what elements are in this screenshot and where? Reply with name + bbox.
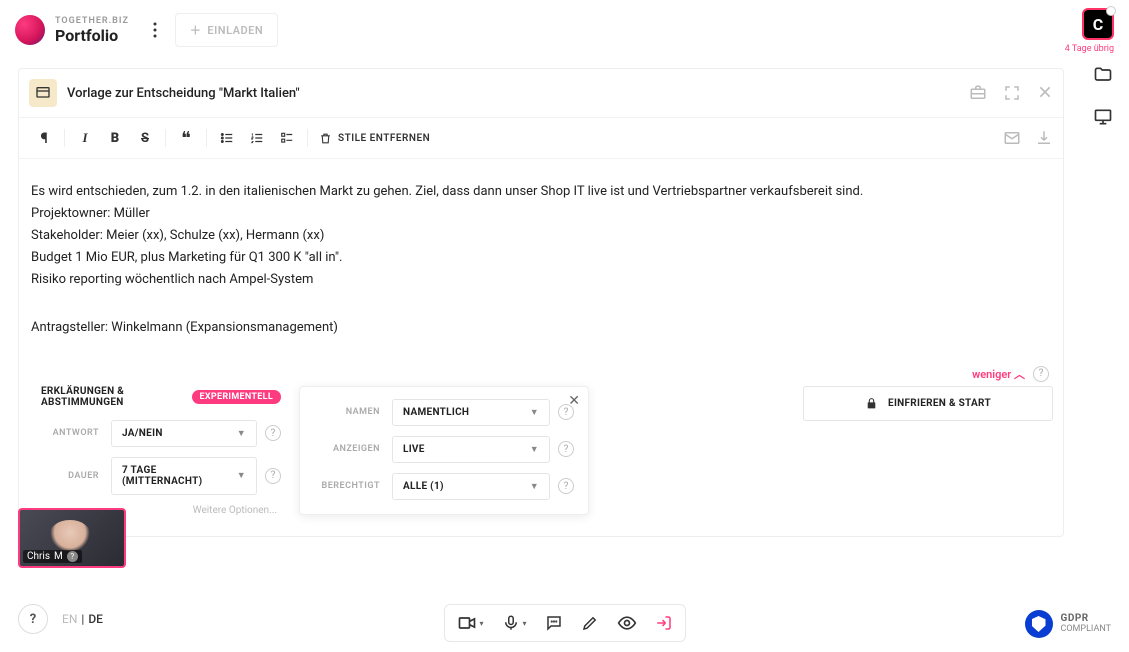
chevron-down-icon: ▼ [530,481,539,492]
avatar-badge-icon: ? [1106,6,1116,16]
folder-icon[interactable] [1093,65,1113,85]
lang-de[interactable]: DE [88,612,103,626]
trash-icon [319,132,332,145]
chevron-down-icon: ▾ [523,619,527,628]
document-content[interactable]: Es wird entschieden, zum 1.2. in den ita… [19,159,1063,360]
user-avatar[interactable]: C ? [1082,8,1114,40]
meeting-toolbar: ▾ ▾ [443,604,685,642]
names-label: NAMEN [314,407,392,417]
lock-icon [865,397,878,410]
visibility-button[interactable] [617,613,637,633]
chevron-down-icon: ▼ [237,470,246,481]
gdpr-title: GDPR [1061,613,1089,624]
plus-icon: ＋ [190,22,202,38]
answer-label: ANTWORT [41,428,111,438]
participant-video[interactable]: Chris M ? [18,508,126,568]
shield-icon [1025,610,1053,638]
invite-button[interactable]: ＋ EINLADEN [175,13,278,47]
help-icon[interactable]: ? [558,478,574,494]
duration-label: DAUER [41,471,111,481]
brand-name: TOGETHER.BIZ [55,16,129,26]
show-value: LIVE [403,444,425,455]
eligible-select[interactable]: ALLE (1) ▼ [392,473,550,500]
content-line: Projektowner: Müller [31,203,1053,225]
bold-tool[interactable]: B [100,126,130,150]
participant-name: Chris [27,551,50,562]
content-line: Stakeholder: Meier (xx), Schulze (xx), H… [31,225,1053,247]
chevron-down-icon: ▼ [237,428,246,439]
content-line: Es wird entschieden, zum 1.2. in den ita… [31,181,1053,203]
chevron-down-icon: ▾ [479,619,483,628]
content-line: Risiko reporting wöchentlich nach Ampel-… [31,269,1053,291]
eligible-value: ALLE (1) [403,481,444,492]
briefcase-icon[interactable] [969,84,987,102]
freeze-start-button[interactable]: EINFRIEREN & START [803,386,1053,421]
section-title: Portfolio [55,26,129,45]
participant-initial: M [54,551,63,562]
voting-options-popup: ✕ NAMEN NAMENTLICH ▼ ? ANZEIGEN LIVE ▼ ? [299,386,589,515]
duration-value: 7 TAGE (MITTERNACHT) [122,465,237,487]
card-title[interactable]: Vorlage zur Entscheidung "Markt Italien" [67,86,969,101]
close-icon[interactable] [1037,84,1053,102]
app-logo [15,15,45,45]
show-select[interactable]: LIVE ▼ [392,436,550,463]
ordered-list-tool[interactable] [242,126,272,150]
help-icon[interactable]: ? [265,468,281,484]
content-line: Budget 1 Mio EUR, plus Marketing für Q1 … [31,247,1053,269]
answer-select[interactable]: JA/NEIN ▼ [111,420,257,447]
help-button[interactable]: ? [18,604,48,634]
italic-tool[interactable]: I [70,126,100,150]
collapse-voting-link[interactable]: weniger ︿ [972,366,1025,382]
names-select[interactable]: NAMENTLICH ▼ [392,399,550,426]
trial-remaining: 4 Tage übrig [1065,44,1114,54]
duration-select[interactable]: 7 TAGE (MITTERNACHT) ▼ [111,457,257,495]
eligible-label: BERECHTIGT [314,481,392,491]
monitor-icon[interactable] [1093,107,1113,127]
less-label: weniger [972,368,1011,381]
camera-button[interactable]: ▾ [456,613,483,633]
paragraph-tool[interactable]: ¶ [29,126,59,150]
checklist-tool[interactable] [272,126,302,150]
experimental-badge: EXPERIMENTELL [192,390,281,404]
names-value: NAMENTLICH [403,407,469,418]
close-icon[interactable]: ✕ [568,393,580,409]
show-label: ANZEIGEN [314,444,392,454]
chevron-up-icon: ︿ [1014,368,1025,381]
gdpr-badge: GDPR COMPLIANT [1025,610,1112,638]
avatar-letter: C [1093,15,1103,34]
help-icon[interactable]: ? [558,441,574,457]
remove-styles-button[interactable]: STILE ENTFERNEN [313,132,436,145]
content-line: Antragsteller: Winkelmann (Expansionsman… [31,317,1053,339]
chevron-down-icon: ▼ [530,407,539,418]
gdpr-sub: COMPLIANT [1061,624,1112,634]
more-menu-button[interactable] [141,12,169,48]
help-icon[interactable]: ? [1033,366,1049,382]
download-icon[interactable] [1035,129,1053,147]
strikethrough-tool[interactable]: S [130,126,160,150]
edit-button[interactable] [581,614,599,632]
invite-label: EINLADEN [207,24,263,37]
freeze-label: EINFRIEREN & START [888,398,991,409]
chevron-down-icon: ▼ [530,444,539,455]
template-icon [29,79,57,107]
language-switcher[interactable]: EN|DE [62,612,103,626]
chat-button[interactable] [545,614,563,632]
quote-tool[interactable]: ❝ [171,126,201,150]
voting-heading: ERKLÄRUNGEN & ABSTIMMUNGEN [41,386,184,408]
help-icon[interactable]: ? [265,425,281,441]
leave-button[interactable] [655,614,673,632]
answer-value: JA/NEIN [122,428,163,439]
info-icon: ? [67,551,78,562]
bullet-list-tool[interactable] [212,126,242,150]
fullscreen-icon[interactable] [1003,84,1021,102]
microphone-button[interactable]: ▾ [502,614,527,632]
lang-en[interactable]: EN [62,612,77,626]
remove-styles-label: STILE ENTFERNEN [338,133,430,144]
mail-icon[interactable] [1003,129,1021,147]
